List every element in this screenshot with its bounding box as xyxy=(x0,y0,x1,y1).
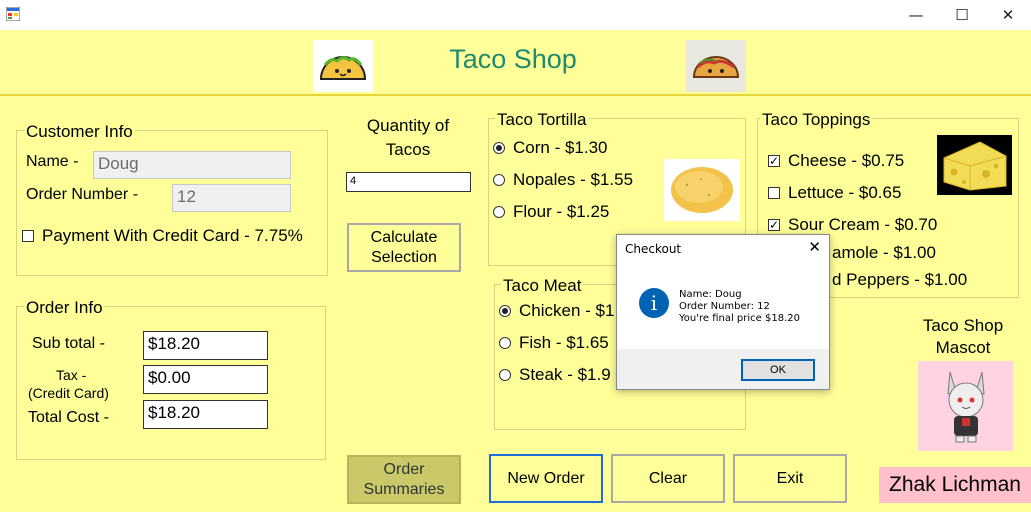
toppings-title: Taco Toppings xyxy=(760,110,873,130)
tortilla-option-flour[interactable]: Flour - $1.25 xyxy=(493,202,609,222)
mascot-image xyxy=(918,361,1013,451)
meat-title: Taco Meat xyxy=(501,276,584,296)
topping-lettuce[interactable]: Lettuce - $0.65 xyxy=(768,183,901,203)
tortilla-title: Taco Tortilla xyxy=(495,110,589,130)
tortilla-option-corn[interactable]: Corn - $1.30 xyxy=(493,138,608,158)
taco-logo-left xyxy=(313,40,373,92)
taco-icon xyxy=(319,56,367,80)
radio-button[interactable] xyxy=(499,369,511,381)
topping-guacamole-partial[interactable]: amole - $1.00 xyxy=(832,243,936,263)
author-label: Zhak Lichman xyxy=(879,467,1031,503)
radio-button[interactable] xyxy=(499,337,511,349)
credit-card-checkbox-box[interactable] xyxy=(22,230,34,242)
clear-button[interactable]: Clear xyxy=(611,454,725,503)
new-order-button[interactable]: New Order xyxy=(489,454,603,503)
order-summaries-line1: Order xyxy=(383,461,425,479)
taco-icon xyxy=(692,56,740,78)
order-info-title: Order Info xyxy=(24,298,105,318)
close-icon: ✕ xyxy=(1001,6,1015,24)
order-summaries-button[interactable]: Order Summaries xyxy=(347,455,461,504)
tortilla-option-label: Nopales - $1.55 xyxy=(513,170,634,189)
checkbox[interactable] xyxy=(768,187,780,199)
cheese-icon xyxy=(943,141,1006,191)
meat-option-label: Steak - $1.9 xyxy=(519,365,611,384)
tortilla-option-label: Corn - $1.30 xyxy=(513,138,608,157)
exit-button[interactable]: Exit xyxy=(733,454,847,503)
close-icon: ✕ xyxy=(808,239,821,256)
dialog-line-price: You're final price $18.20 xyxy=(679,313,800,324)
cheese-image xyxy=(937,135,1012,195)
ok-button[interactable]: OK xyxy=(741,359,815,381)
topping-label: Lettuce - $0.65 xyxy=(788,183,902,202)
dialog-message: Name: Doug Order Number: 12 You're final… xyxy=(679,289,800,325)
radio-button[interactable] xyxy=(493,206,505,218)
topping-cheese[interactable]: ✓ Cheese - $0.75 xyxy=(768,151,904,171)
radio-button[interactable] xyxy=(493,174,505,186)
order-number-label: Order Number - xyxy=(26,186,139,203)
topping-label: d Peppers - $1.00 xyxy=(832,270,968,289)
order-summaries-line2: Summaries xyxy=(363,480,445,498)
checkbox-checked[interactable]: ✓ xyxy=(768,219,780,231)
tax-label: Tax - xyxy=(56,367,87,383)
credit-card-label: Payment With Credit Card - 7.75% xyxy=(42,226,303,245)
tortilla-option-nopales[interactable]: Nopales - $1.55 xyxy=(493,170,633,190)
subtotal-field[interactable]: $18.20 xyxy=(143,331,268,360)
dialog-title: Checkout xyxy=(625,242,682,256)
order-number-field[interactable]: 12 xyxy=(172,184,291,212)
info-icon: i xyxy=(639,288,669,318)
name-field[interactable]: Doug xyxy=(93,151,291,179)
window-titlebar xyxy=(0,0,1031,30)
app-icon xyxy=(5,6,21,22)
tortilla-icon xyxy=(671,167,733,213)
tortilla-option-label: Flour - $1.25 xyxy=(513,202,610,221)
quantity-input[interactable]: 4 xyxy=(346,172,471,192)
minimize-icon: — xyxy=(908,6,924,24)
total-cost-label: Total Cost - xyxy=(28,409,109,426)
close-button[interactable]: ✕ xyxy=(985,0,1031,30)
topping-sour-cream[interactable]: ✓ Sour Cream - $0.70 xyxy=(768,215,937,235)
total-cost-field[interactable]: $18.20 xyxy=(143,400,268,429)
minimize-button[interactable]: — xyxy=(893,0,939,30)
radio-button[interactable] xyxy=(499,305,511,317)
dialog-close-button[interactable]: ✕ xyxy=(808,238,821,256)
tax-sub-label: (Credit Card) xyxy=(28,385,109,401)
maximize-button[interactable]: ☐ xyxy=(939,0,985,30)
meat-option-label: Fish - $1.65 xyxy=(519,333,609,352)
checkout-dialog: Checkout ✕ i Name: Doug Order Number: 12… xyxy=(616,234,830,390)
mascot-character-icon xyxy=(946,371,985,443)
calculate-label-line1: Calculate xyxy=(370,229,438,247)
checkbox-checked[interactable]: ✓ xyxy=(768,155,780,167)
calculate-selection-button[interactable]: Calculate Selection xyxy=(347,223,461,272)
radio-button[interactable] xyxy=(493,142,505,154)
subtotal-label: Sub total - xyxy=(32,335,105,352)
maximize-icon: ☐ xyxy=(955,6,969,24)
meat-option-chicken[interactable]: Chicken - $1 xyxy=(499,301,614,321)
taco-logo-right xyxy=(686,40,746,92)
meat-option-fish[interactable]: Fish - $1.65 xyxy=(499,333,609,353)
mascot-label-line2: Mascot xyxy=(935,338,991,357)
topping-peppers-partial[interactable]: d Peppers - $1.00 xyxy=(832,270,967,290)
dialog-line-name: Name: Doug xyxy=(679,289,742,300)
customer-info-title: Customer Info xyxy=(24,122,135,142)
mascot-label-line1: Taco Shop xyxy=(922,316,1004,335)
tortilla-image xyxy=(664,159,740,221)
name-label: Name - xyxy=(26,153,79,170)
quantity-label-line2: Tacos xyxy=(385,140,431,159)
page-title: Taco Shop xyxy=(449,44,577,74)
dialog-line-order: Order Number: 12 xyxy=(679,301,770,312)
quantity-label-line1: Quantity of xyxy=(366,116,450,135)
meat-option-label: Chicken - $1 xyxy=(519,301,615,320)
topping-label: Cheese - $0.75 xyxy=(788,151,905,170)
meat-option-steak[interactable]: Steak - $1.9 xyxy=(499,365,611,385)
credit-card-checkbox[interactable]: Payment With Credit Card - 7.75% xyxy=(22,226,303,246)
calculate-label-line2: Selection xyxy=(371,248,437,266)
topping-label: Sour Cream - $0.70 xyxy=(788,215,938,234)
tax-field[interactable]: $0.00 xyxy=(143,365,268,394)
topping-label: amole - $1.00 xyxy=(832,243,936,262)
